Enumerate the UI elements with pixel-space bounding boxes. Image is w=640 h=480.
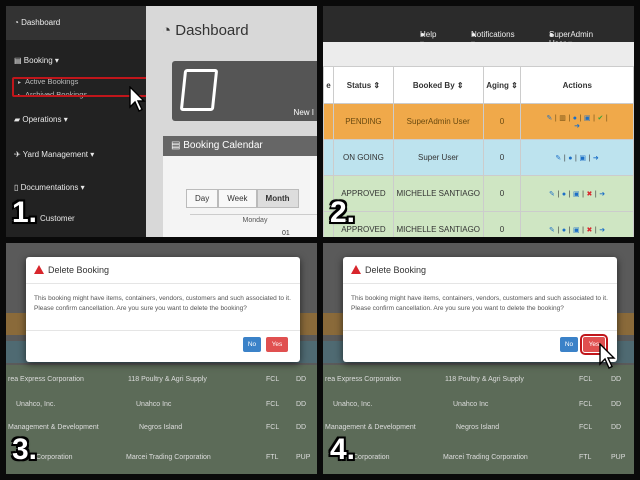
calendar-day-header: Monday	[190, 214, 317, 224]
column-header-status[interactable]: Status ⇕	[332, 66, 394, 104]
actions-cell: ✎ | ▥ | ● | ▣ | ✔ | ➜	[520, 103, 634, 140]
panel-step-4: rea Express Corporation 118 Poultry & Ag…	[323, 243, 634, 474]
booked-by-cell: Super User	[392, 139, 484, 176]
actions-cell: ✎ | ● | ▣ | ✖ | ➜	[520, 211, 634, 237]
card-label: New I	[293, 108, 314, 117]
sidebar-item-yard[interactable]: ✈ Yard Management ▾	[6, 150, 146, 159]
day-view-button[interactable]: Day	[186, 189, 219, 208]
delete-booking-modal: Delete Booking This booking might have i…	[26, 257, 300, 362]
book-icon	[179, 69, 219, 111]
info-icon[interactable]: ●	[562, 227, 567, 234]
table-row: APPROVED MICHELLE SANTIAGO 0 ✎ | ● | ▣ |…	[323, 175, 634, 212]
calendar-header: ▤ Booking Calendar	[163, 136, 317, 156]
open-icon[interactable]: ➜	[574, 123, 580, 130]
open-icon[interactable]: ➜	[599, 227, 605, 234]
step-number: 2.	[330, 196, 356, 229]
modal-body: This booking might have items, container…	[343, 284, 617, 331]
status-cell: PENDING	[332, 103, 394, 140]
modal-title: Delete Booking	[365, 265, 427, 275]
yes-button[interactable]: Yes	[266, 337, 288, 352]
modal-body: This booking might have items, container…	[26, 284, 300, 331]
step-number: 4.	[330, 433, 356, 466]
mouse-pointer-icon	[129, 86, 146, 112]
sidebar-item-dashboard[interactable]: ◔ Dashboard	[6, 6, 146, 40]
print-icon[interactable]: ▣	[573, 191, 580, 198]
panel-step-1: ◔ Dashboard ▤ Booking ▾ ▸ Active Bookings…	[6, 6, 317, 237]
info-icon[interactable]: ●	[562, 191, 567, 198]
modal-header: Delete Booking	[26, 257, 300, 284]
delete-icon[interactable]: ✖	[586, 227, 592, 234]
print-icon[interactable]: ▣	[573, 227, 580, 234]
week-view-button[interactable]: Week	[218, 189, 257, 208]
trash-icon[interactable]: ▥	[559, 115, 566, 122]
month-view-button[interactable]: Month	[256, 189, 299, 208]
booked-by-cell: SuperAdmin User	[392, 103, 484, 140]
print-icon[interactable]: ▣	[579, 155, 586, 162]
panel-step-2: ● Help ▾ ● Notifications ▾ ● SuperAdmin …	[323, 6, 634, 237]
open-icon[interactable]: ➜	[599, 191, 605, 198]
table-row: ON GOING Super User 0 ✎ | ● | ▣ | ➜	[323, 139, 634, 176]
info-icon[interactable]: ●	[573, 115, 578, 122]
yard-icon: ✈	[14, 150, 23, 159]
aging-cell: 0	[482, 211, 522, 237]
booked-by-cell: MICHELLE SANTIAGO	[392, 211, 484, 237]
no-button[interactable]: No	[243, 337, 261, 352]
table-header-row: e Status ⇕ Booked By ⇕ Aging ⇕ Actions	[323, 66, 634, 104]
bookings-table: e Status ⇕ Booked By ⇕ Aging ⇕ Actions P…	[323, 66, 634, 237]
actions-cell: ✎ | ● | ▣ | ✖ | ➜	[520, 175, 634, 212]
approve-icon[interactable]: ✔	[597, 115, 603, 122]
edit-icon[interactable]: ✎	[555, 155, 561, 162]
aging-cell: 0	[482, 175, 522, 212]
sidebar-item-docs[interactable]: ▯ Documentations ▾	[6, 183, 146, 192]
step-number: 3.	[12, 433, 38, 466]
calendar-day-number: 01	[282, 230, 290, 237]
mouse-pointer-icon	[599, 343, 616, 369]
delete-booking-modal: Delete Booking This booking might have i…	[343, 257, 617, 362]
booked-by-cell: MICHELLE SANTIAGO	[392, 175, 484, 212]
edit-icon[interactable]: ✎	[549, 191, 555, 198]
sidebar-item-booking[interactable]: ▤ Booking ▾	[6, 56, 146, 65]
table-row: PENDING SuperAdmin User 0 ✎ | ▥ | ● | ▣ …	[323, 103, 634, 140]
warning-icon	[351, 265, 361, 274]
actions-cell: ✎ | ● | ▣ | ➜	[520, 139, 634, 176]
dashboard-icon: ◔	[162, 22, 176, 39]
book-icon: ▤	[14, 56, 24, 65]
step-number: 1.	[12, 196, 38, 229]
aging-cell: 0	[482, 139, 522, 176]
info-icon[interactable]: ●	[568, 155, 573, 162]
aging-cell: 0	[482, 103, 522, 140]
sidebar-item-operations[interactable]: ▰ Operations ▾	[6, 115, 146, 124]
no-button[interactable]: No	[560, 337, 578, 352]
open-icon[interactable]: ➜	[593, 155, 599, 162]
document-icon: ▯	[14, 183, 21, 192]
book-icon: ▤	[171, 140, 184, 151]
column-header: e	[323, 66, 334, 104]
panel-step-3: rea Express Corporation 118 Poultry & Ag…	[6, 243, 317, 474]
modal-title: Delete Booking	[48, 265, 110, 275]
column-header-aging[interactable]: Aging ⇕	[482, 66, 522, 104]
status-cell: ON GOING	[332, 139, 394, 176]
page-title: ◔ Dashboard	[162, 22, 249, 39]
column-header-booked-by[interactable]: Booked By ⇕	[392, 66, 484, 104]
top-navbar: ● Help ▾ ● Notifications ▾ ● SuperAdmin …	[323, 6, 634, 48]
new-booking-card[interactable]: New I	[172, 61, 317, 121]
modal-header: Delete Booking	[343, 257, 617, 284]
print-icon[interactable]: ▣	[584, 115, 591, 122]
main-content: ◔ Dashboard New I ▤ Booking Calendar Day…	[146, 6, 317, 237]
calendar-view-toggle: Day Week Month	[186, 189, 299, 208]
dashboard-icon: ◔	[14, 18, 22, 27]
edit-icon[interactable]: ✎	[549, 227, 555, 234]
edit-icon[interactable]: ✎	[546, 115, 552, 122]
column-header-actions: Actions	[520, 66, 634, 104]
table-row: APPROVED MICHELLE SANTIAGO 0 ✎ | ● | ▣ |…	[323, 211, 634, 237]
delete-icon[interactable]: ✖	[586, 191, 592, 198]
warning-icon	[34, 265, 44, 274]
